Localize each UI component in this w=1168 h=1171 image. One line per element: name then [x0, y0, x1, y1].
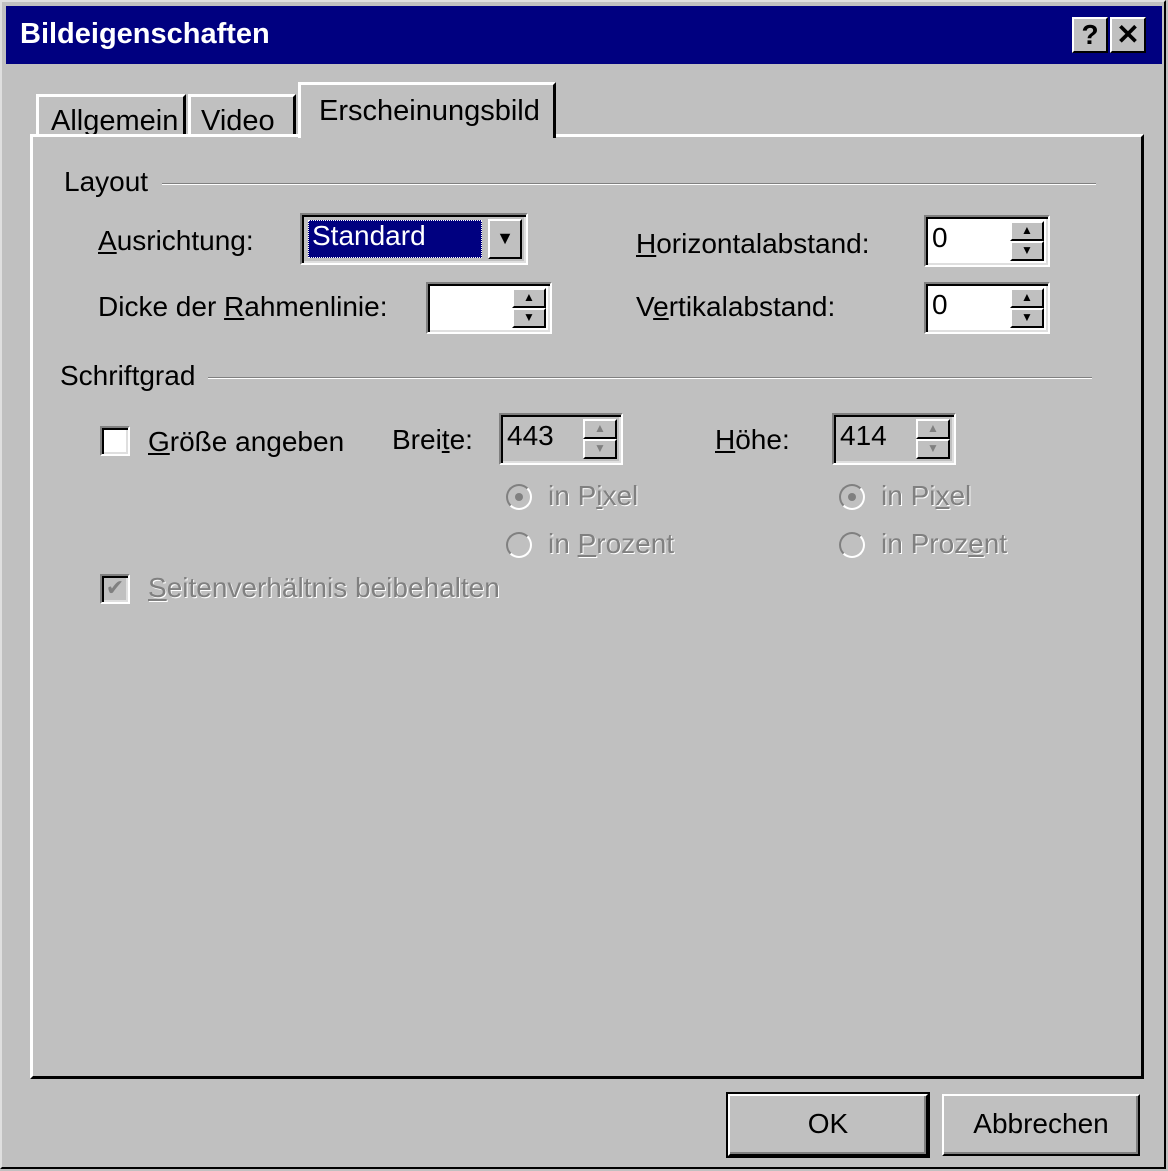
- width-input[interactable]: 443: [507, 420, 554, 452]
- ok-button[interactable]: OK: [726, 1092, 930, 1158]
- dialog-window: Bildeigenschaften ? ✕ Allgemein Video Er…: [0, 0, 1166, 1169]
- height-percent-label: in Prozent: [881, 528, 1008, 559]
- size-group-title: Schriftgrad: [60, 360, 196, 391]
- vspace-stepper[interactable]: 0 ▲ ▼: [924, 282, 1050, 334]
- radio-dot-icon: [515, 493, 523, 501]
- height-pixel-label: in Pixel: [881, 480, 972, 511]
- width-pixel-radio[interactable]: [506, 484, 532, 510]
- spin-down-icon[interactable]: ▼: [583, 439, 617, 459]
- height-percent-radio[interactable]: [839, 532, 865, 558]
- width-percent-label: in Prozent: [548, 528, 675, 559]
- border-label: Dicke der Rahmenlinie:: [98, 291, 388, 322]
- tab-panel: [30, 134, 1144, 1079]
- spin-up-icon[interactable]: ▲: [583, 419, 617, 439]
- width-percent-radio[interactable]: [506, 532, 532, 558]
- layout-group-divider: [162, 183, 1096, 185]
- title-bar[interactable]: Bildeigenschaften ? ✕: [6, 6, 1162, 64]
- alignment-label: Ausrichtung:: [98, 225, 254, 256]
- height-label: Höhe:: [715, 424, 790, 455]
- hspace-label: Horizontalabstand:: [636, 228, 870, 259]
- vspace-spin[interactable]: ▲ ▼: [1010, 288, 1044, 328]
- layout-group-title: Layout: [64, 166, 149, 197]
- chevron-down-icon[interactable]: ▼: [488, 219, 522, 259]
- check-icon: ✔: [105, 575, 125, 600]
- alignment-selected-value: Standard: [308, 220, 482, 258]
- tab-video[interactable]: Video: [188, 94, 296, 137]
- border-spin[interactable]: ▲ ▼: [512, 288, 546, 328]
- width-stepper[interactable]: 443 ▲ ▼: [499, 413, 623, 465]
- border-stepper[interactable]: ▲ ▼: [426, 282, 552, 334]
- spin-up-icon[interactable]: ▲: [916, 419, 950, 439]
- spin-up-icon[interactable]: ▲: [1010, 288, 1044, 308]
- alignment-dropdown[interactable]: Standard ▼: [300, 213, 528, 265]
- spin-down-icon[interactable]: ▼: [916, 439, 950, 459]
- tab-erscheinungsbild[interactable]: Erscheinungsbild: [298, 82, 556, 138]
- tab-label: Video: [201, 105, 275, 137]
- height-spin[interactable]: ▲ ▼: [916, 419, 950, 459]
- tab-label: Allgemein: [51, 105, 179, 137]
- width-pixel-label: in Pixel: [548, 480, 639, 511]
- vspace-input[interactable]: 0: [932, 289, 948, 321]
- cancel-button[interactable]: Abbrechen: [942, 1094, 1140, 1156]
- height-stepper[interactable]: 414 ▲ ▼: [832, 413, 956, 465]
- hspace-spin[interactable]: ▲ ▼: [1010, 221, 1044, 261]
- spin-down-icon[interactable]: ▼: [1010, 241, 1044, 261]
- close-button[interactable]: ✕: [1110, 17, 1146, 53]
- spin-up-icon[interactable]: ▲: [1010, 221, 1044, 241]
- spin-down-icon[interactable]: ▼: [1010, 308, 1044, 328]
- spin-up-icon[interactable]: ▲: [512, 288, 546, 308]
- window-title: Bildeigenschaften: [20, 18, 270, 50]
- size-group-divider: [208, 377, 1092, 379]
- help-button[interactable]: ?: [1072, 17, 1108, 53]
- width-spin[interactable]: ▲ ▼: [583, 419, 617, 459]
- spin-down-icon[interactable]: ▼: [512, 308, 546, 328]
- hspace-input[interactable]: 0: [932, 222, 948, 254]
- specify-size-checkbox[interactable]: [100, 426, 130, 456]
- height-pixel-radio[interactable]: [839, 484, 865, 510]
- tab-label: Erscheinungsbild: [319, 95, 540, 127]
- radio-dot-icon: [848, 493, 856, 501]
- height-input[interactable]: 414: [840, 420, 887, 452]
- tab-allgemein[interactable]: Allgemein: [36, 94, 186, 137]
- specify-size-label: Größe angeben: [148, 426, 345, 457]
- width-label: Breite:: [392, 424, 473, 455]
- vspace-label: Vertikalabstand:: [636, 291, 836, 322]
- keep-ratio-checkbox[interactable]: ✔: [100, 574, 130, 604]
- keep-ratio-label: Seitenverhältnis beibehalten: [148, 572, 500, 603]
- hspace-stepper[interactable]: 0 ▲ ▼: [924, 215, 1050, 267]
